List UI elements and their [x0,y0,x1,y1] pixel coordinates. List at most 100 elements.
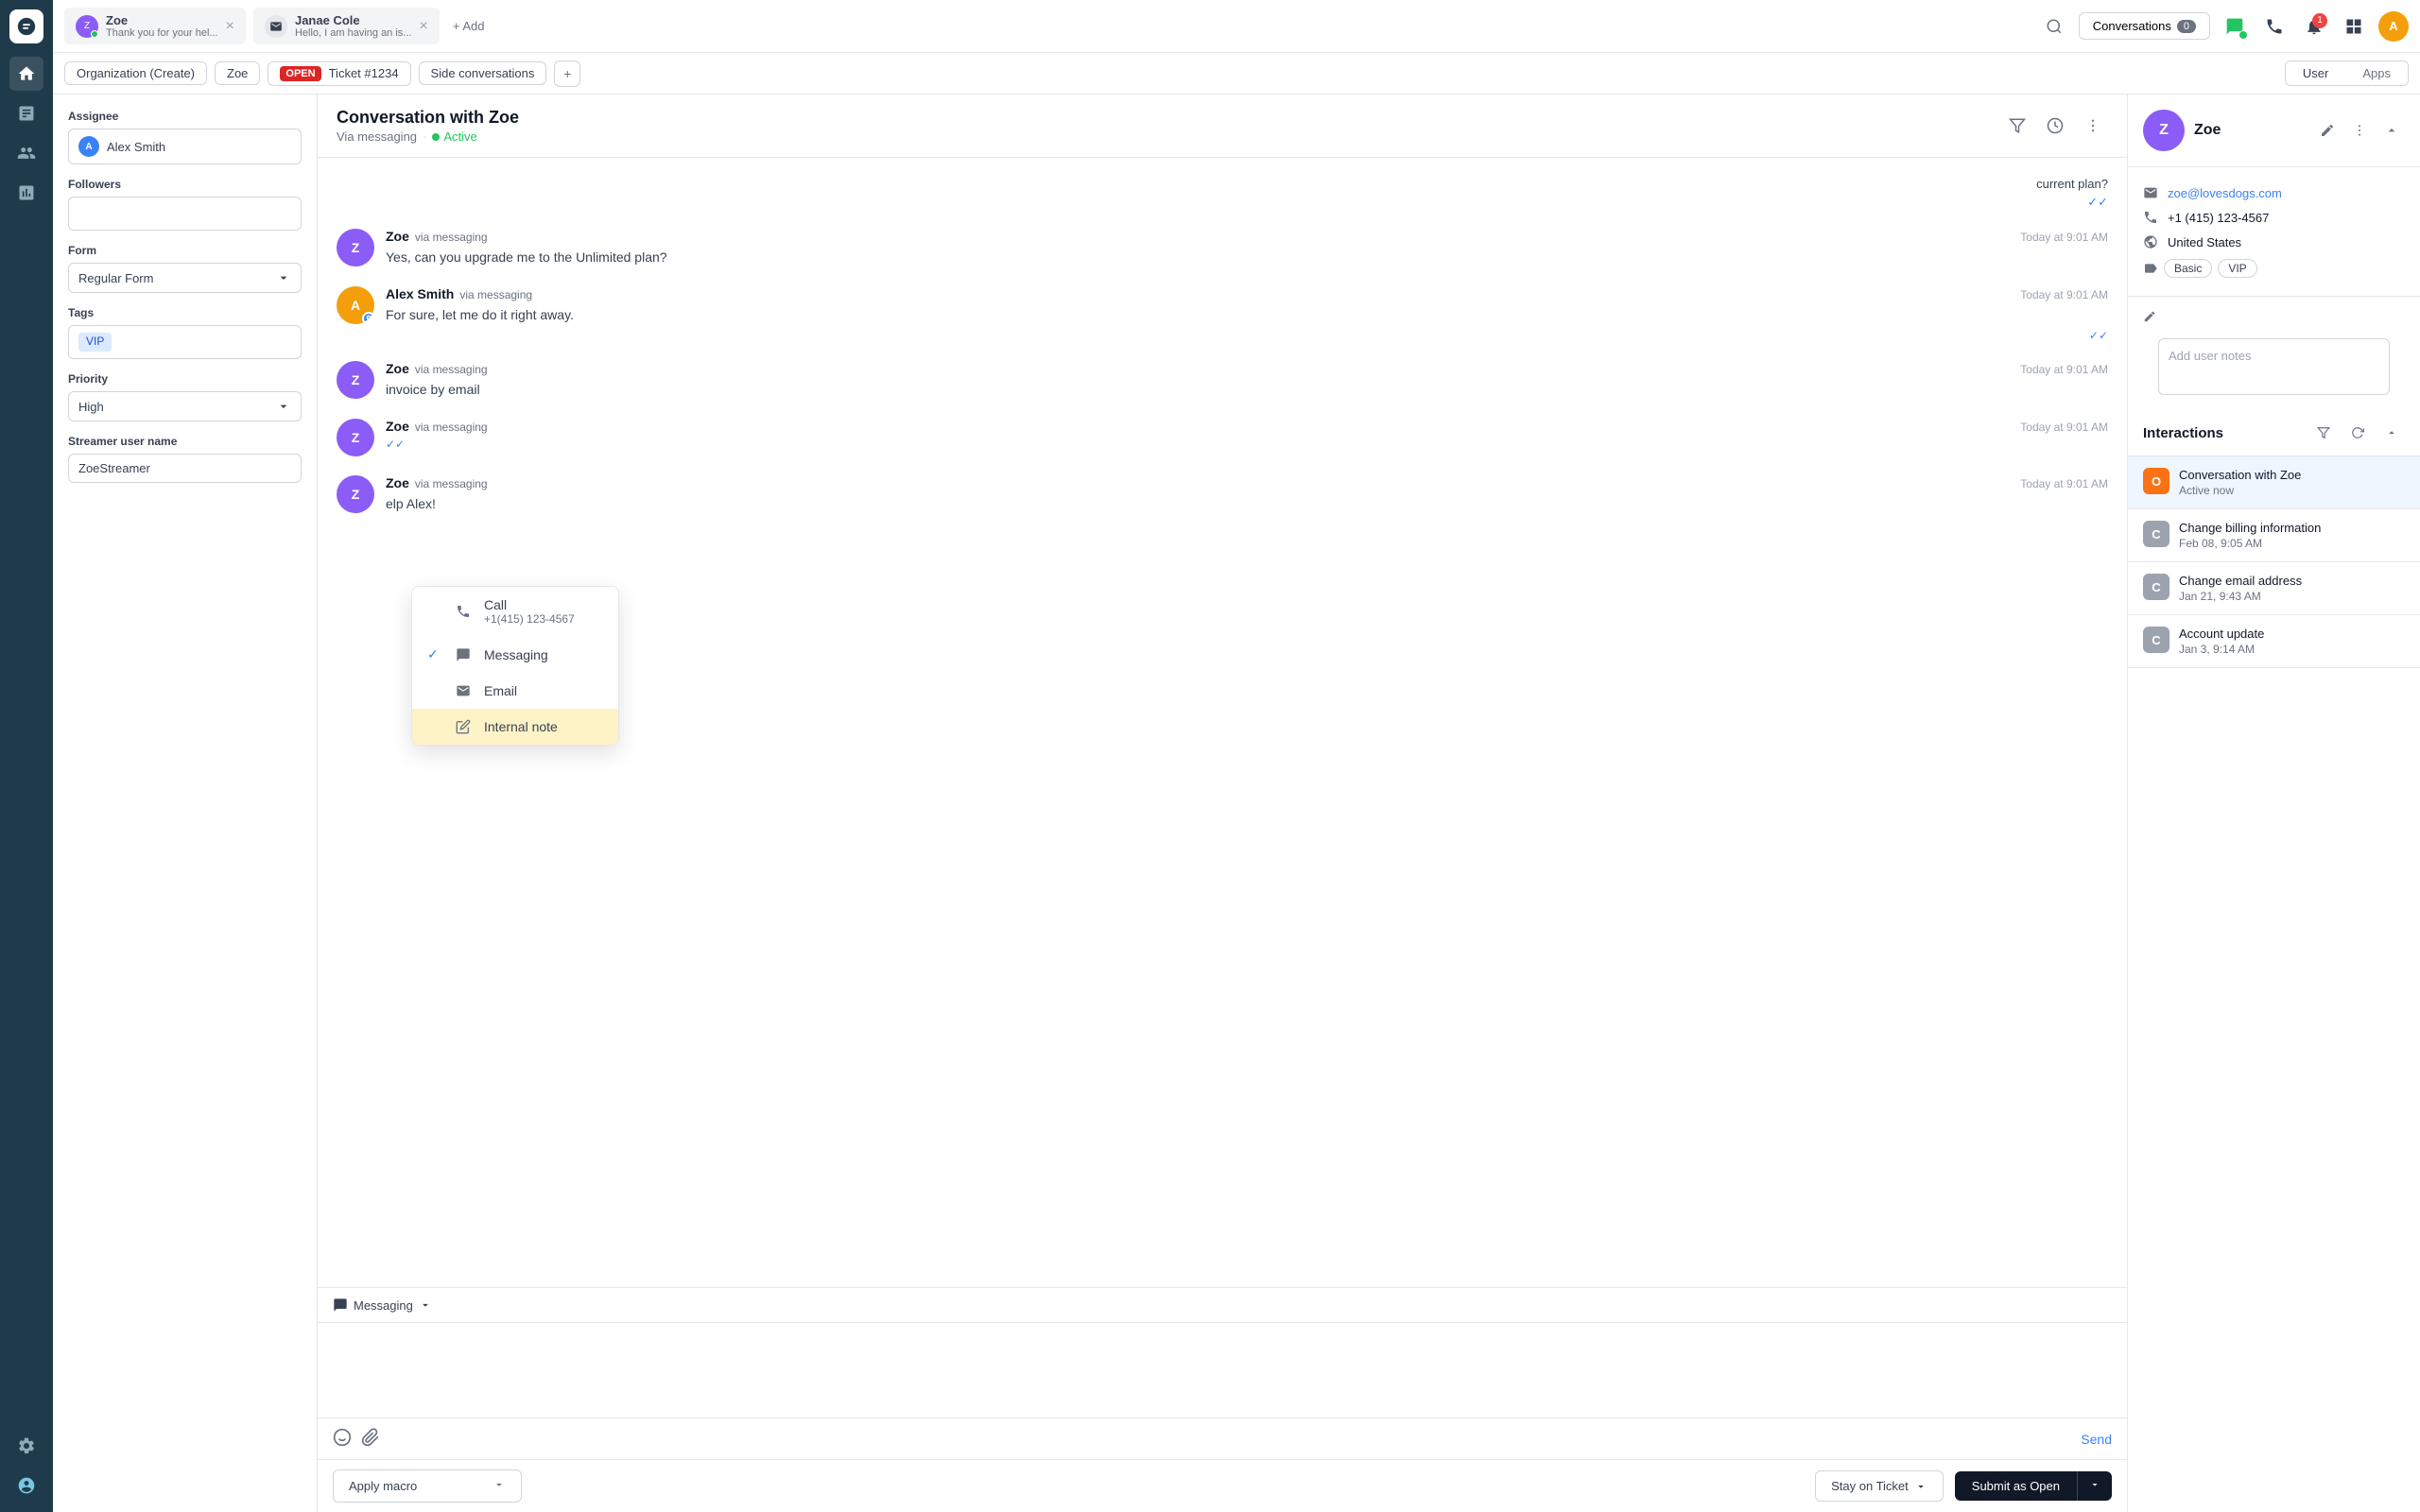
message-alex-content: Alex Smith via messaging Today at 9:01 A… [386,286,2108,342]
conv-status-badge: Active [432,129,476,144]
send-button[interactable]: Send [2081,1432,2112,1447]
interaction-subtitle-billing: Feb 08, 9:05 AM [2179,537,2405,550]
right-panel: Z Zoe zoe@lovesdogs.com [2127,94,2420,1512]
edit-profile-button[interactable] [2314,117,2341,144]
message-sender-alex: Alex Smith [386,286,454,301]
stay-on-ticket-button[interactable]: Stay on Ticket [1815,1470,1944,1502]
breadcrumb-side-conversations[interactable]: Side conversations [419,61,547,85]
phone-row: +1 (415) 123-4567 [2143,205,2405,230]
channel-selector[interactable]: Messaging [318,1288,2127,1323]
sidebar-item-reports[interactable] [9,176,43,210]
user-email[interactable]: zoe@lovesdogs.com [2168,186,2282,200]
notifications-button[interactable]: 1 [2299,11,2329,42]
collapse-interactions-button[interactable] [2378,420,2405,446]
message-text-zoe-1: Yes, can you upgrade me to the Unlimited… [386,248,2108,267]
assignee-avatar: A [78,136,99,157]
attachment-button[interactable] [361,1428,380,1450]
tag-vip[interactable]: VIP [78,333,112,352]
grid-view-button[interactable] [2339,11,2369,42]
app-logo[interactable] [9,9,43,43]
interaction-account[interactable]: C Account update Jan 3, 9:14 AM [2128,615,2420,668]
submit-btn-dropdown[interactable] [2077,1471,2112,1501]
message-text-zoe-4: elp Alex! [386,494,2108,514]
dropdown-internal-note[interactable]: Internal note [412,709,618,745]
channel-chevron-icon [419,1298,432,1312]
breadcrumb-add-button[interactable]: + [554,60,580,87]
active-status-dot [432,133,440,141]
chat-icon-button[interactable] [2220,11,2250,42]
interaction-conversation[interactable]: O Conversation with Zoe Active now [2128,456,2420,509]
tab-janae[interactable]: Janae Cole Hello, I am having an is... × [253,8,440,44]
conversations-button[interactable]: Conversations 0 [2079,12,2210,40]
interaction-icon-conv: O [2143,468,2169,494]
interaction-billing[interactable]: C Change billing information Feb 08, 9:0… [2128,509,2420,562]
history-icon-button[interactable] [2040,111,2070,141]
email-row: zoe@lovesdogs.com [2143,180,2405,205]
message-zoe-2: Z Zoe via messaging Today at 9:01 AM inv… [337,361,2108,400]
message-time-alex: Today at 9:01 AM [2020,288,2108,301]
search-button[interactable] [2039,11,2069,42]
add-tab-button[interactable]: + Add [443,13,494,39]
refresh-interactions-button[interactable] [2344,420,2371,446]
filter-icon-button[interactable] [2002,111,2032,141]
collapse-profile-button[interactable] [2378,117,2405,144]
message-zoe-2-avatar: Z [337,361,374,399]
priority-select[interactable]: High [68,391,302,421]
phone-icon-button[interactable] [2259,11,2290,42]
tag-vip-right[interactable]: VIP [2218,259,2256,278]
interaction-email-change[interactable]: C Change email address Jan 21, 9:43 AM [2128,562,2420,615]
sidebar-zendesk-logo[interactable] [9,1469,43,1503]
email-label: Email [484,683,517,698]
breadcrumb-org[interactable]: Organization (Create) [64,61,207,85]
tab-zoe-close[interactable]: × [226,18,234,35]
conversation-header: Conversation with Zoe Via messaging · Ac… [318,94,2127,158]
dropdown-call[interactable]: Call +1(415) 123-4567 [412,587,618,636]
breadcrumb-ticket[interactable]: OPEN Ticket #1234 [268,61,410,86]
submit-button[interactable]: Submit as Open [1955,1471,2112,1501]
messaging-icon [333,1297,348,1313]
content-area: Assignee A Alex Smith Followers Form Reg… [53,94,2420,1512]
interaction-title-conv: Conversation with Zoe [2179,468,2405,482]
followers-field[interactable] [68,197,302,231]
filter-interactions-button[interactable] [2310,420,2337,446]
email-icon [2143,185,2158,200]
dropdown-messaging[interactable]: ✓ Messaging [412,636,618,673]
conv-via-text: Via messaging [337,129,417,144]
profile-avatar: Z [2143,110,2185,151]
message-zoe-4: Z Zoe via messaging Today at 9:01 AM elp… [337,475,2108,514]
sidebar-item-tickets[interactable] [9,96,43,130]
tab-janae-text: Janae Cole Hello, I am having an is... [295,13,412,39]
user-notes-field[interactable]: Add user notes [2158,338,2390,395]
tab-zoe-name: Zoe [106,13,218,27]
sidebar-item-home[interactable] [9,57,43,91]
view-user-button[interactable]: User [2286,61,2345,85]
globe-icon [2143,234,2158,249]
topbar: Z Zoe Thank you for your hel... × Janae … [53,0,2420,53]
form-select[interactable]: Regular Form [68,263,302,293]
more-options-button[interactable] [2078,111,2108,141]
message-via-alex: via messaging [459,288,532,301]
tab-janae-preview: Hello, I am having an is... [295,27,412,39]
interaction-content-conv: Conversation with Zoe Active now [2179,468,2405,497]
assignee-field[interactable]: A Alex Smith [68,129,302,164]
composer-body[interactable] [318,1323,2127,1418]
composer-footer: Send [318,1418,2127,1459]
message-zoe-2-header: Zoe via messaging Today at 9:01 AM [386,361,2108,376]
tab-zoe[interactable]: Z Zoe Thank you for your hel... × [64,8,246,44]
sidebar-item-contacts[interactable] [9,136,43,170]
sidebar-item-settings[interactable] [9,1429,43,1463]
tags-field[interactable]: VIP [68,325,302,359]
emoji-button[interactable] [333,1428,352,1450]
email-dropdown-icon [454,683,473,698]
tab-janae-close[interactable]: × [419,18,427,35]
view-apps-button[interactable]: Apps [2345,61,2408,85]
apply-macro-select[interactable]: Apply macro [333,1469,522,1503]
more-options-profile[interactable] [2346,117,2373,144]
message-sender-zoe-2: Zoe [386,361,409,376]
breadcrumb-user[interactable]: Zoe [215,61,260,85]
user-avatar-button[interactable]: A [2378,11,2409,42]
partial-message: current plan? ✓✓ [337,177,2108,210]
streamer-field[interactable]: ZoeStreamer [68,454,302,483]
tag-basic[interactable]: Basic [2164,259,2212,278]
dropdown-email[interactable]: Email [412,673,618,709]
